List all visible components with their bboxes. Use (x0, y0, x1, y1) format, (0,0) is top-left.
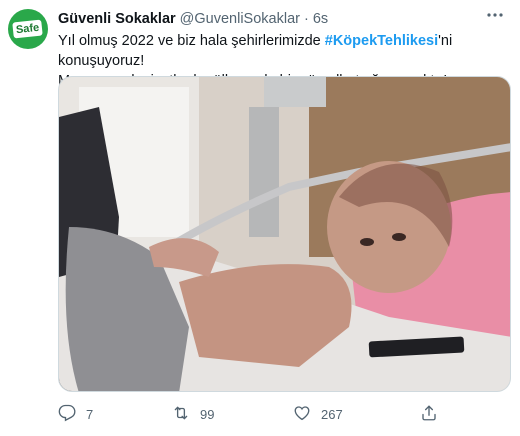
retweet-button[interactable]: 99 (172, 404, 214, 425)
heart-icon (293, 404, 311, 425)
like-button[interactable]: 267 (293, 404, 343, 425)
share-button[interactable] (420, 404, 438, 425)
author-handle[interactable]: @GuvenliSokaklar (180, 11, 300, 27)
tweet[interactable]: Safe Güvenli Sokaklar @GuvenliSokaklar ·… (0, 0, 520, 436)
hashtag-link[interactable]: #KöpekTehlikesi (325, 33, 438, 49)
like-count: 267 (321, 406, 343, 422)
share-icon (420, 404, 438, 425)
retweet-icon (172, 404, 190, 425)
tweet-text-line-1: Yıl olmuş 2022 ve biz hala şehirlerimizd… (58, 31, 510, 71)
tweet-header: Güvenli Sokaklar @GuvenliSokaklar · 6s (58, 9, 504, 29)
photo-illustration (59, 77, 510, 391)
tweet-actions: 7 99 267 (58, 402, 458, 426)
separator-dot: · (303, 11, 309, 27)
avatar-logo: Safe (12, 19, 44, 39)
retweet-count: 99 (200, 406, 215, 422)
reply-button[interactable]: 7 (58, 404, 93, 425)
author-name[interactable]: Güvenli Sokaklar (58, 11, 176, 27)
tweet-photo[interactable] (58, 76, 511, 392)
reply-icon (58, 404, 76, 425)
reply-count: 7 (86, 406, 94, 422)
tweet-text-part: Yıl olmuş 2022 ve biz hala şehirlerimizd… (58, 33, 325, 49)
avatar[interactable]: Safe (8, 9, 48, 49)
more-dots-icon[interactable] (484, 6, 506, 24)
tweet-timestamp[interactable]: 6s (313, 11, 328, 27)
